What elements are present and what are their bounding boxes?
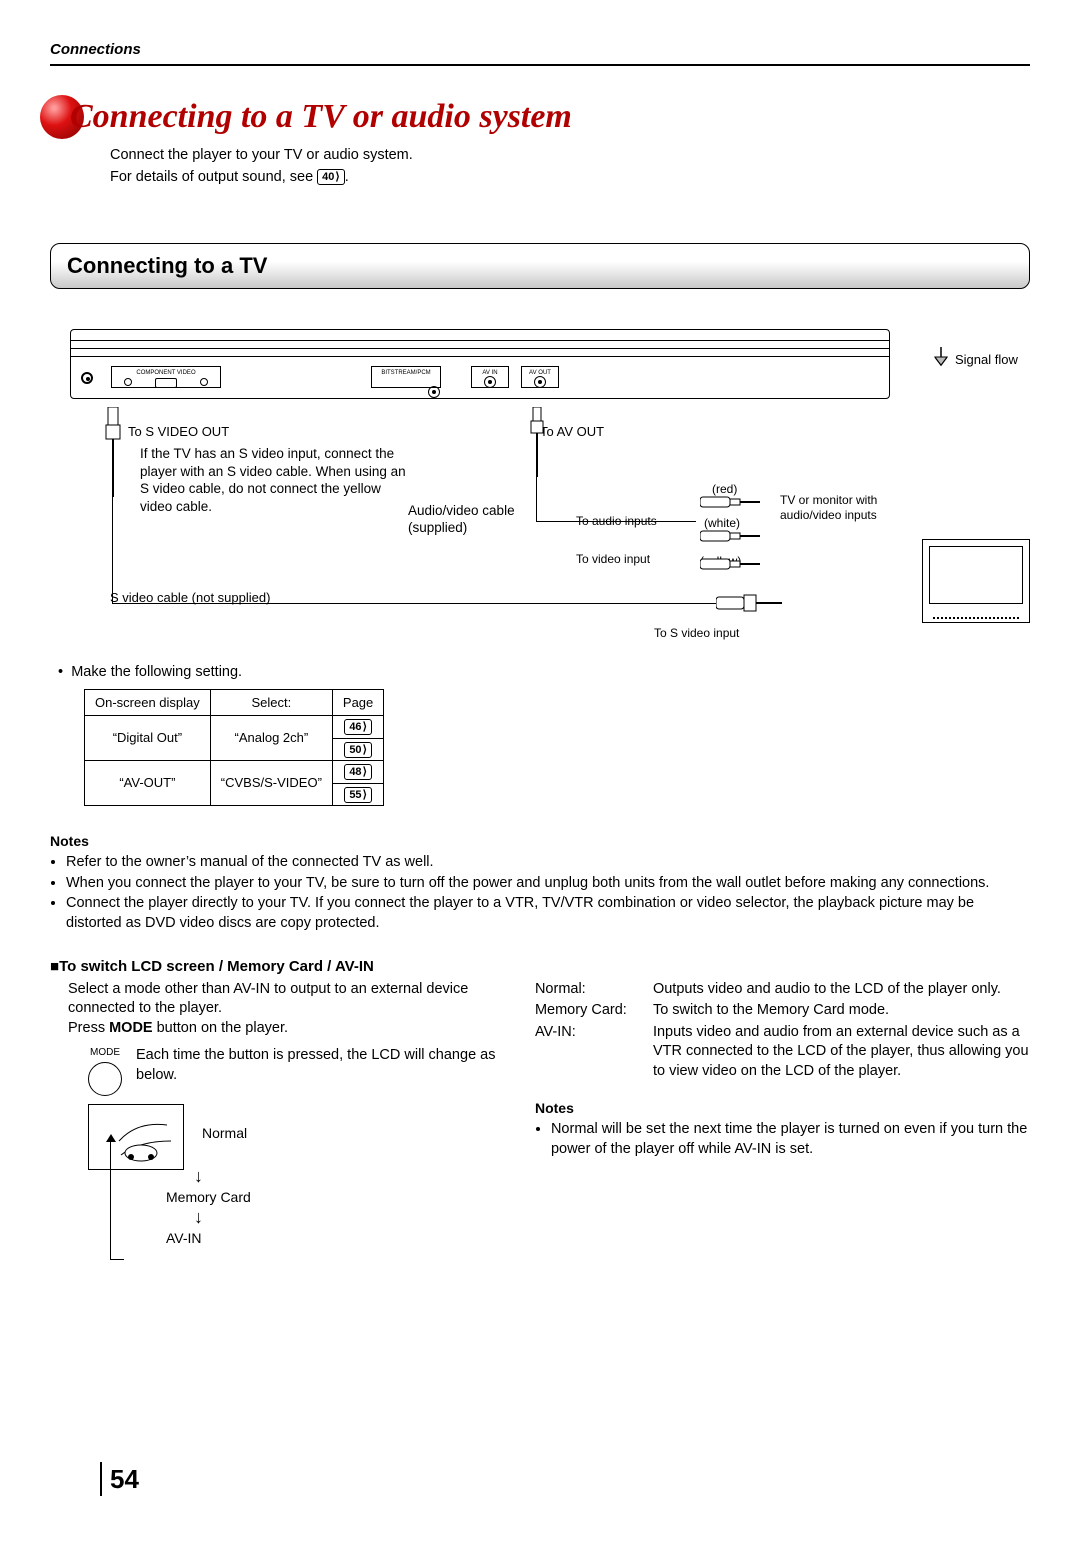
svideo-to-tv-plug-icon — [716, 589, 786, 622]
cycle-avin-label: AV-IN — [166, 1229, 251, 1248]
mode-caption: MODE — [90, 1047, 120, 1058]
settings-lead-text: Make the following setting. — [71, 664, 242, 680]
settings-h3: Page — [332, 689, 383, 716]
settings-table: On-screen display Select: Page “Digital … — [84, 689, 384, 807]
mode-description: Each time the button is pressed, the LCD… — [136, 1046, 507, 1085]
intro-line-2: For details of output sound, see 40. — [110, 168, 1030, 188]
subheading-bar: Connecting to a TV — [50, 243, 1030, 289]
intro-block: Connect the player to your TV or audio s… — [110, 146, 1030, 187]
down-arrow-icon: ↓ — [194, 1170, 251, 1182]
settings-r2c2: “CVBS/S-VIDEO” — [210, 761, 332, 806]
page-ref-55: 55 — [344, 787, 372, 803]
intro-line-2-pre: For details of output sound, see — [110, 169, 317, 185]
component-video-label: COMPONENT VIDEO — [136, 370, 195, 376]
list-item: Refer to the owner’s manual of the conne… — [66, 853, 1030, 873]
def-avin-val: Inputs video and audio from an external … — [653, 1023, 1030, 1082]
mode-button-icon — [88, 1062, 122, 1096]
list-item: When you connect the player to your TV, … — [66, 874, 1030, 894]
switch-body-2-bold: MODE — [109, 1020, 153, 1036]
settings-lead: • Make the following setting. — [50, 663, 1030, 683]
lcd-screen-icon — [88, 1104, 184, 1170]
page-ref-46: 46 — [344, 719, 372, 735]
settings-h2: Select: — [210, 689, 332, 716]
page-ref-40: 40 — [317, 169, 345, 185]
down-arrow-icon: ↓ — [194, 1211, 251, 1223]
def-normal-val: Outputs video and audio to the LCD of th… — [653, 980, 1001, 1000]
page-ref-48: 48 — [344, 764, 372, 780]
to-video-input-label: To video input — [576, 551, 650, 567]
to-svideo-out-label: To S VIDEO OUT — [128, 423, 229, 441]
intro-line-2-post: . — [345, 169, 349, 185]
settings-r1c2: “Analog 2ch” — [210, 716, 332, 761]
page-title: Connecting to a TV or audio system — [70, 94, 572, 140]
signal-flow-arrow-icon — [932, 345, 950, 376]
tv-icon — [922, 539, 1030, 623]
av-cable-label: Audio/video cable (supplied) — [408, 503, 518, 537]
connection-diagram: COMPONENT VIDEO BITSTREAM/PCM AV IN AV O… — [50, 325, 1030, 645]
notes2-heading: Notes — [535, 1099, 1030, 1118]
svideo-note: If the TV has an S video input, connect … — [140, 445, 410, 515]
notes-heading: Notes — [50, 832, 1030, 851]
page-number: 54 — [100, 1462, 139, 1496]
to-audio-inputs-label: To audio inputs — [576, 513, 657, 529]
cycle-memory-label: Memory Card — [166, 1188, 251, 1207]
to-svideo-input-label: To S video input — [654, 625, 739, 641]
tv-label: TV or monitor with audio/video inputs — [780, 493, 920, 523]
component-video-port: COMPONENT VIDEO — [111, 366, 221, 388]
def-memory-val: To switch to the Memory Card mode. — [653, 1001, 889, 1021]
page-ref-50: 50 — [344, 742, 372, 758]
avout-port: AV OUT — [521, 366, 559, 388]
def-memory-key: Memory Card: — [535, 1001, 647, 1021]
def-avin-key: AV-IN: — [535, 1023, 647, 1082]
table-row: On-screen display Select: Page — [85, 689, 384, 716]
settings-r2c1: “AV-OUT” — [85, 761, 211, 806]
player-rear-panel: COMPONENT VIDEO BITSTREAM/PCM AV IN AV O… — [70, 329, 890, 399]
to-avout-label: To AV OUT — [540, 423, 604, 441]
list-item: Connect the player directly to your TV. … — [66, 894, 1030, 933]
switch-heading: To switch LCD screen / Memory Card / AV-… — [50, 957, 1030, 977]
settings-h1: On-screen display — [85, 689, 211, 716]
table-row: “AV-OUT” “CVBS/S-VIDEO” 48 — [85, 761, 384, 784]
rca-plugs-icon — [700, 495, 790, 580]
bitstream-label: BITSTREAM/PCM — [381, 370, 430, 376]
signal-flow-label: Signal flow — [955, 351, 1030, 369]
notes2-list: Normal will be set the next time the pla… — [535, 1120, 1030, 1159]
bitstream-port: BITSTREAM/PCM — [371, 366, 441, 388]
svideo-plug-icon — [104, 407, 122, 502]
av-plug-icon — [530, 407, 544, 482]
table-row: “Digital Out” “Analog 2ch” 46 — [85, 716, 384, 739]
title-row: Connecting to a TV or audio system — [50, 94, 1030, 140]
switch-body-2-pre: Press — [68, 1020, 109, 1036]
settings-r1c1: “Digital Out” — [85, 716, 211, 761]
def-normal-key: Normal: — [535, 980, 647, 1000]
cycle-normal-label: Normal — [202, 1124, 247, 1143]
intro-line-1: Connect the player to your TV or audio s… — [110, 146, 1030, 166]
avin-port: AV IN — [471, 366, 509, 388]
notes-list: Refer to the owner’s manual of the conne… — [50, 853, 1030, 933]
section-header: Connections — [50, 40, 1030, 66]
mode-button-diagram: MODE — [88, 1046, 122, 1096]
switch-body-2-post: button on the player. — [153, 1020, 288, 1036]
list-item: Normal will be set the next time the pla… — [551, 1120, 1030, 1159]
switch-body-1: Select a mode other than AV-IN to output… — [68, 981, 468, 1017]
